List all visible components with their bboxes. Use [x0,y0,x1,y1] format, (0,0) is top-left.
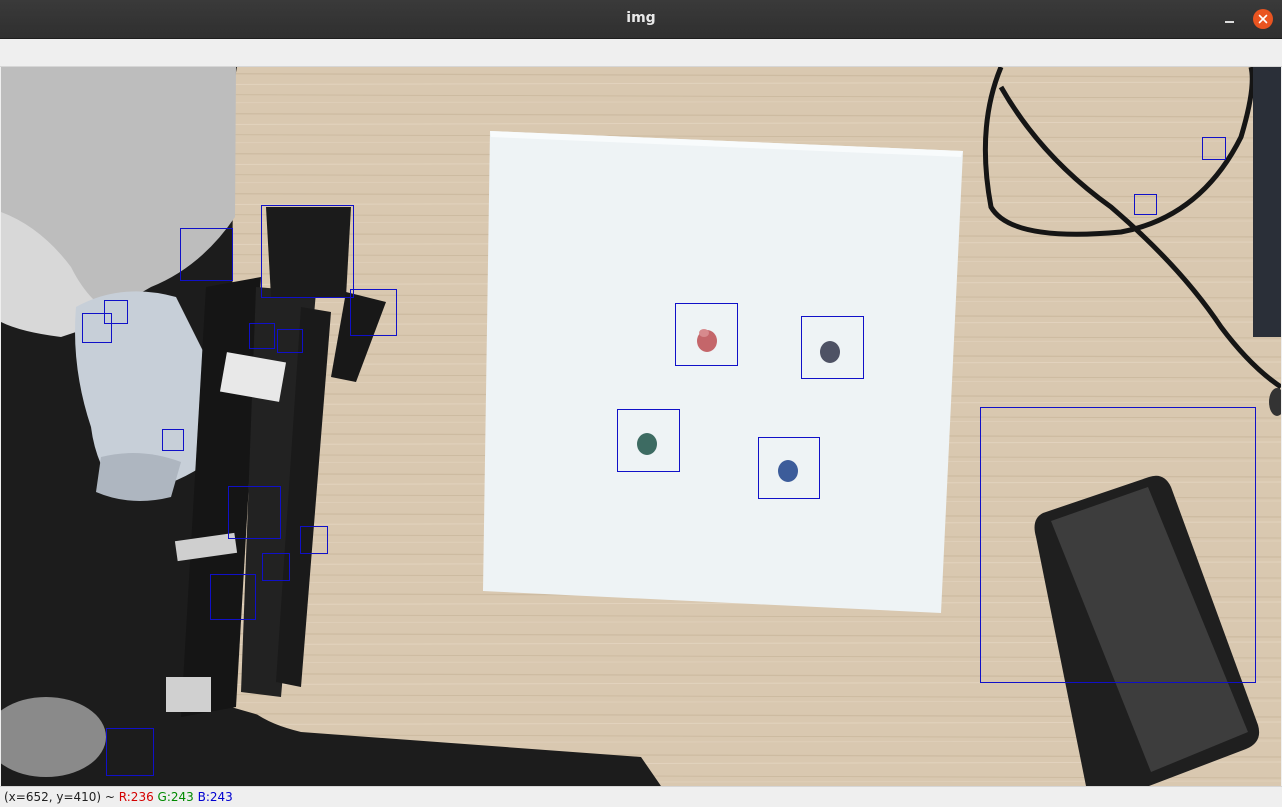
title-bar[interactable]: img [0,0,1282,39]
white-board [483,131,963,613]
detection-box-tripod-11[interactable] [262,553,290,581]
detection-box-tripod-2[interactable] [261,205,354,298]
detection-box-tripod-7[interactable] [277,329,303,353]
window-title: img [626,10,656,26]
detection-box-tripod-10[interactable] [300,526,328,554]
cursor-coordinates: (x=652, y=410) ~ [4,790,119,804]
plastic-bag-fold [96,453,181,501]
image-viewer-window: img (x=652, y=410) ~ R:236 G:243 B:243 [0,0,1282,807]
status-bar: (x=652, y=410) ~ R:236 G:243 B:243 [0,786,1282,807]
detection-box-cable-1[interactable] [1202,137,1226,160]
toolbar [0,39,1282,67]
detection-box-tripod-6[interactable] [249,323,275,349]
detection-box-phone[interactable] [980,407,1256,683]
minimize-icon [1224,21,1234,23]
pixel-green-value: G:243 [157,790,194,804]
close-button[interactable] [1253,9,1273,29]
pixel-red-value: R:236 [118,790,154,804]
device-edge [1253,67,1281,337]
pixel-blue-value: B:243 [197,790,233,804]
detection-box-red-marker[interactable] [675,303,738,366]
minimize-button[interactable] [1219,9,1239,29]
detection-box-tripod-3[interactable] [350,289,397,336]
camera-image[interactable] [1,67,1281,786]
detection-box-dark-marker[interactable] [801,316,864,379]
close-icon [1258,14,1268,24]
detection-box-tripod-9[interactable] [228,486,281,539]
detection-box-tripod-5[interactable] [82,313,112,343]
detection-box-tripod-13[interactable] [106,728,154,776]
detection-box-green-marker[interactable] [617,409,680,472]
detection-box-tripod-1[interactable] [180,228,233,281]
detection-box-blue-marker[interactable] [758,437,820,499]
detection-box-tripod-12[interactable] [210,574,256,620]
detection-box-cable-2[interactable] [1134,194,1157,215]
detection-box-tripod-8[interactable] [162,429,184,451]
